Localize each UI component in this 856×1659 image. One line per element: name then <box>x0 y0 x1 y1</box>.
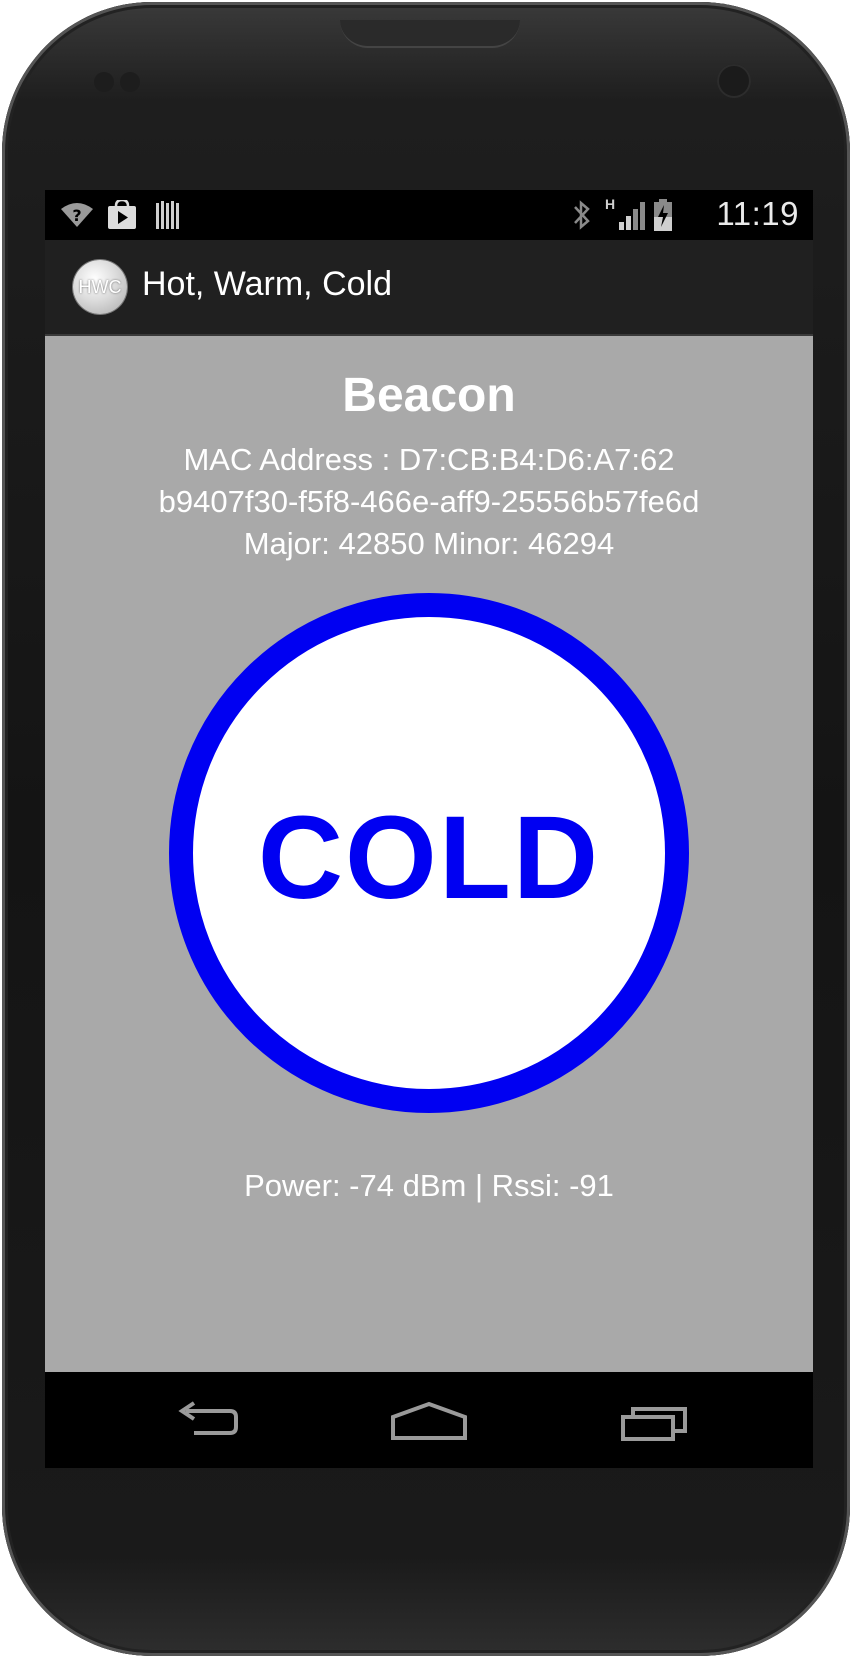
power-rssi-text: Power: -74 dBm | Rssi: -91 <box>244 1168 614 1203</box>
proximity-label: COLD <box>257 792 601 924</box>
app-logo-text: HWC <box>78 276 122 297</box>
recent-apps-icon <box>621 1407 687 1441</box>
screen: ? H 11:19 HWC Hot, Warm, Cold Beacon MAC… <box>45 190 813 1468</box>
app-title: Hot, Warm, Cold <box>142 265 393 303</box>
back-icon <box>178 1401 238 1435</box>
app-logo-icon[interactable]: HWC <box>73 260 127 314</box>
beacon-panel: Beacon MAC Address : D7:CB:B4:D6:A7:62 b… <box>45 336 813 1376</box>
wifi-question-icon: ? <box>59 200 95 230</box>
play-store-icon <box>105 200 139 230</box>
front-camera <box>717 64 751 98</box>
status-time: 11:19 <box>716 195 799 232</box>
barcode-icon <box>153 200 183 230</box>
recent-apps-button[interactable] <box>615 1398 695 1444</box>
network-type-label: H <box>605 196 616 212</box>
home-button[interactable] <box>389 1398 469 1444</box>
action-bar: HWC Hot, Warm, Cold <box>45 240 813 336</box>
bluetooth-icon <box>569 200 595 230</box>
earpiece-speaker <box>340 20 520 48</box>
proximity-indicator: COLD <box>169 593 689 1113</box>
uuid-text: b9407f30-f5f8-466e-aff9-25556b57fe6d <box>158 484 700 519</box>
back-button[interactable] <box>165 1398 245 1444</box>
svg-text:?: ? <box>72 206 81 225</box>
signal-icon: H <box>605 196 647 230</box>
home-icon <box>391 1401 467 1440</box>
status-bar: ? H 11:19 <box>45 190 813 240</box>
mac-address-text: MAC Address : D7:CB:B4:D6:A7:62 <box>183 442 675 477</box>
beacon-heading: Beacon <box>342 369 516 422</box>
battery-charging-icon <box>651 199 675 231</box>
proximity-sensor <box>94 72 114 92</box>
light-sensor <box>120 72 140 92</box>
major-minor-text: Major: 42850 Minor: 46294 <box>243 526 615 561</box>
navigation-bar <box>45 1372 813 1468</box>
phone-frame: ? H 11:19 HWC Hot, Warm, Cold Beacon MAC… <box>2 2 850 1656</box>
